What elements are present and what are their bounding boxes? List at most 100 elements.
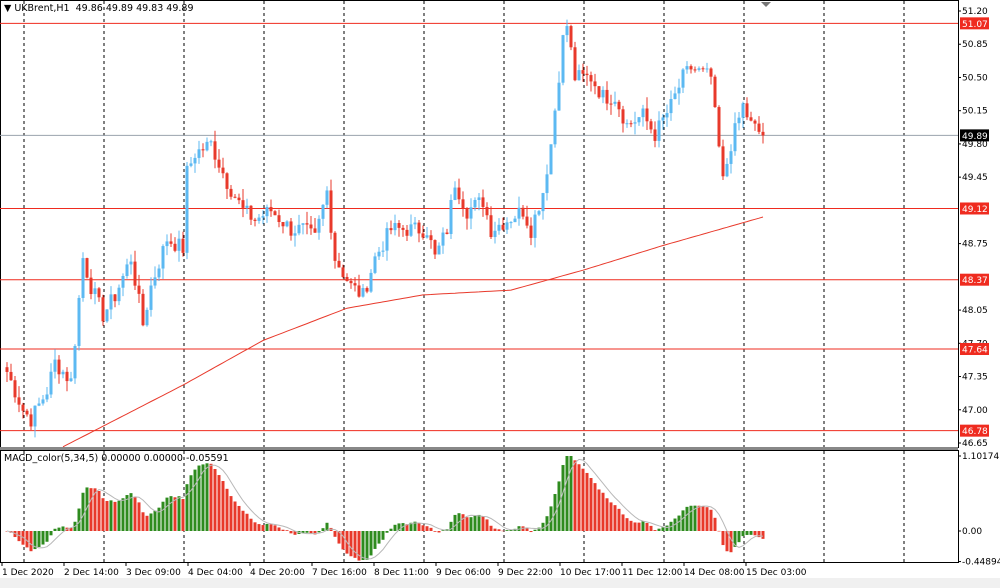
price-tick-label: 47.35 [962,373,988,383]
collapse-triangle-icon[interactable]: ▼ [4,3,11,14]
macd-bar [133,497,137,531]
macd-bar [749,531,753,535]
candle-body [257,217,261,221]
candle-body [261,216,265,218]
macd-bar [289,531,293,534]
candle-body [309,224,313,229]
candle-body [577,70,581,81]
candle-body [105,309,109,322]
time-label: 2 Dec 14:00 [64,568,119,578]
candle-body [585,73,589,76]
candle-body [205,141,209,151]
candle-body [461,199,465,209]
candle-body [129,261,133,265]
macd-bar [473,515,477,531]
macd-bar [505,530,509,531]
candle-body [409,224,413,236]
macd-bar [321,528,325,531]
candle-body [737,117,741,124]
chart-canvas[interactable]: 51.2050.8550.5050.1549.8049.4548.7548.05… [0,0,1000,588]
candle-body [525,216,529,226]
candle-body [477,197,481,200]
candle-body [385,228,389,251]
macd-pane [0,450,959,563]
macd-bar [653,530,657,531]
macd-bar [433,531,437,532]
macd-bar [101,498,105,531]
candle-body [77,297,81,346]
macd-bar [89,488,93,531]
candle-body [93,288,97,295]
candle-body [305,223,309,225]
macd-bar [665,525,669,531]
macd-bar [381,531,385,540]
candle-body [229,188,233,197]
candle-body [313,228,317,233]
macd-bar [481,516,485,531]
price-tick-label: 51.20 [962,7,988,17]
candle-body [597,86,601,98]
macd-bar [105,501,109,531]
macd-bar [453,514,457,531]
candle-body [657,120,661,141]
candle-body [33,405,37,427]
candle-body [533,214,537,238]
candle-body [117,287,121,302]
macd-bar [149,513,153,531]
macd-bar [333,531,337,537]
candle-body [97,288,101,298]
status-bar [0,578,1000,588]
price-tick-label: 49.45 [962,173,988,183]
macd-bar [657,528,661,531]
time-label: 10 Dec 17:00 [560,568,621,578]
macd-bar [229,496,233,531]
time-label: 9 Dec 22:00 [498,568,553,578]
macd-bar [29,531,33,552]
candle-body [641,108,645,118]
candle-body [553,110,557,145]
macd-bar [61,526,65,531]
candle-body [157,268,161,278]
candle-body [61,371,65,375]
macd-bar [57,527,61,531]
macd-bar [497,529,501,531]
close-value: 49.89 [166,3,194,14]
macd-bar [377,531,381,544]
macd-bar [701,506,705,531]
macd-bar [609,502,613,531]
macd-bar [217,475,221,531]
macd-bar [393,524,397,531]
macd-bar [165,497,169,531]
candle-body [245,205,249,208]
macd-bar [249,518,253,531]
macd-bar [425,526,429,531]
candle-body [341,267,345,277]
candle-body [589,75,593,82]
candle-body [357,285,361,297]
candle-body [581,70,585,74]
candle-body [25,410,29,415]
candle-body [41,399,45,404]
candle-body [113,294,117,302]
time-label: 14 Dec 08:00 [684,568,745,578]
candle-body [617,101,621,110]
candle-body [5,367,9,372]
candle-body [253,219,257,221]
candle-body [221,167,225,174]
candle-body [361,288,365,297]
macd-bar [485,519,489,531]
macd-bar [145,515,149,531]
candle-body [353,283,357,286]
candle-body [485,206,489,216]
macd-bar [617,508,621,531]
candle-body [649,121,653,130]
time-label: 1 Dec 2020 [2,568,54,578]
macd-bar [213,469,217,531]
macd-bar [177,496,181,531]
candle-body [449,199,453,234]
macd-bar [161,501,165,531]
candle-body [761,131,765,136]
candle-body [697,68,701,70]
macd-bar [125,495,129,531]
candle-body [669,98,673,114]
